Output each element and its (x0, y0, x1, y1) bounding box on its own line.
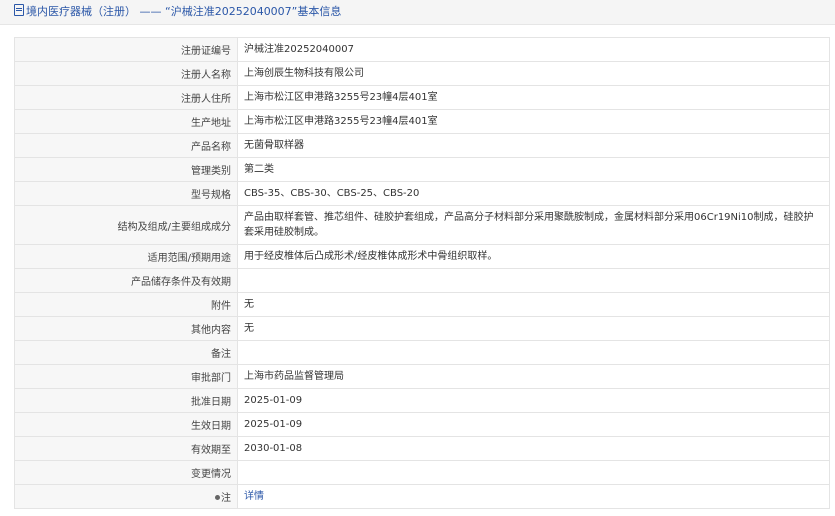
row-label: 产品储存条件及有效期 (14, 268, 238, 293)
document-icon (14, 4, 24, 16)
table-row: 变更情况 (14, 460, 830, 485)
row-label: 注册人名称 (14, 61, 238, 86)
row-value: 上海市药品监督管理局 (237, 364, 830, 389)
row-label: 变更情况 (14, 460, 238, 485)
row-value: 无 (237, 292, 830, 317)
row-value: 无菌骨取样器 (237, 133, 830, 158)
page-header: 境内医疗器械（注册） —— “沪械注准20252040007”基本信息 (0, 0, 835, 25)
row-value: 2025-01-09 (237, 388, 830, 413)
table-row: 注册人名称 上海创辰生物科技有限公司 (14, 61, 830, 86)
note-label-cell: 注 (14, 484, 238, 509)
row-value: 上海创辰生物科技有限公司 (237, 61, 830, 86)
row-label: 适用范围/预期用途 (14, 244, 238, 269)
row-label: 生效日期 (14, 412, 238, 437)
category-label: 境内医疗器械（注册） (26, 5, 136, 18)
row-label: 有效期至 (14, 436, 238, 461)
row-value: 用于经皮椎体后凸成形术/经皮椎体成形术中骨组织取样。 (237, 244, 830, 269)
row-value (237, 340, 830, 365)
row-value: 上海市松江区申港路3255号23幢4层401室 (237, 85, 830, 110)
row-value: 沪械注准20252040007 (237, 37, 830, 62)
row-label: 审批部门 (14, 364, 238, 389)
row-value: 第二类 (237, 157, 830, 182)
table-row: 产品名称 无菌骨取样器 (14, 133, 830, 158)
table-row: 批准日期 2025-01-09 (14, 388, 830, 413)
note-label: 注 (221, 493, 231, 504)
table-row: 结构及组成/主要组成成分 产品由取样套管、推芯组件、硅胶护套组成，产品高分子材料… (14, 205, 830, 245)
row-label: 备注 (14, 340, 238, 365)
row-label: 生产地址 (14, 109, 238, 134)
row-label: 结构及组成/主要组成成分 (14, 205, 238, 245)
row-label: 附件 (14, 292, 238, 317)
table-row: 审批部门 上海市药品监督管理局 (14, 364, 830, 389)
table-row: 生效日期 2025-01-09 (14, 412, 830, 437)
registration-info-table: 注册证编号 沪械注准20252040007 注册人名称 上海创辰生物科技有限公司… (14, 37, 830, 509)
row-value (237, 268, 830, 293)
row-label: 注册证编号 (14, 37, 238, 62)
row-label: 产品名称 (14, 133, 238, 158)
page-title: “沪械注准20252040007”基本信息 (165, 5, 342, 18)
row-label: 注册人住所 (14, 85, 238, 110)
table-row: 备注 (14, 340, 830, 365)
row-value: 2030-01-08 (237, 436, 830, 461)
row-label: 型号规格 (14, 181, 238, 206)
table-row: 注册人住所 上海市松江区申港路3255号23幢4层401室 (14, 85, 830, 110)
table-row: 有效期至 2030-01-08 (14, 436, 830, 461)
title-separator: —— (139, 5, 162, 18)
row-label: 其他内容 (14, 316, 238, 341)
row-label: 批准日期 (14, 388, 238, 413)
table-row: 型号规格 CBS-35、CBS-30、CBS-25、CBS-20 (14, 181, 830, 206)
table-row: 其他内容 无 (14, 316, 830, 341)
row-value: 上海市松江区申港路3255号23幢4层401室 (237, 109, 830, 134)
row-value: 产品由取样套管、推芯组件、硅胶护套组成，产品高分子材料部分采用聚酰胺制成，金属材… (237, 205, 830, 245)
table-row: 附件 无 (14, 292, 830, 317)
row-value: 2025-01-09 (237, 412, 830, 437)
info-container: 注册证编号 沪械注准20252040007 注册人名称 上海创辰生物科技有限公司… (0, 25, 835, 509)
row-label: 管理类别 (14, 157, 238, 182)
details-link[interactable]: 详情 (244, 491, 264, 502)
table-row: 适用范围/预期用途 用于经皮椎体后凸成形术/经皮椎体成形术中骨组织取样。 (14, 244, 830, 269)
table-row: 生产地址 上海市松江区申港路3255号23幢4层401室 (14, 109, 830, 134)
row-value: CBS-35、CBS-30、CBS-25、CBS-20 (237, 181, 830, 206)
table-row: 管理类别 第二类 (14, 157, 830, 182)
table-row: 注 详情 (14, 484, 830, 509)
row-value (237, 460, 830, 485)
note-value-cell: 详情 (237, 484, 830, 509)
table-row: 产品储存条件及有效期 (14, 268, 830, 293)
pin-icon (215, 495, 220, 500)
row-value: 无 (237, 316, 830, 341)
table-row: 注册证编号 沪械注准20252040007 (14, 37, 830, 62)
